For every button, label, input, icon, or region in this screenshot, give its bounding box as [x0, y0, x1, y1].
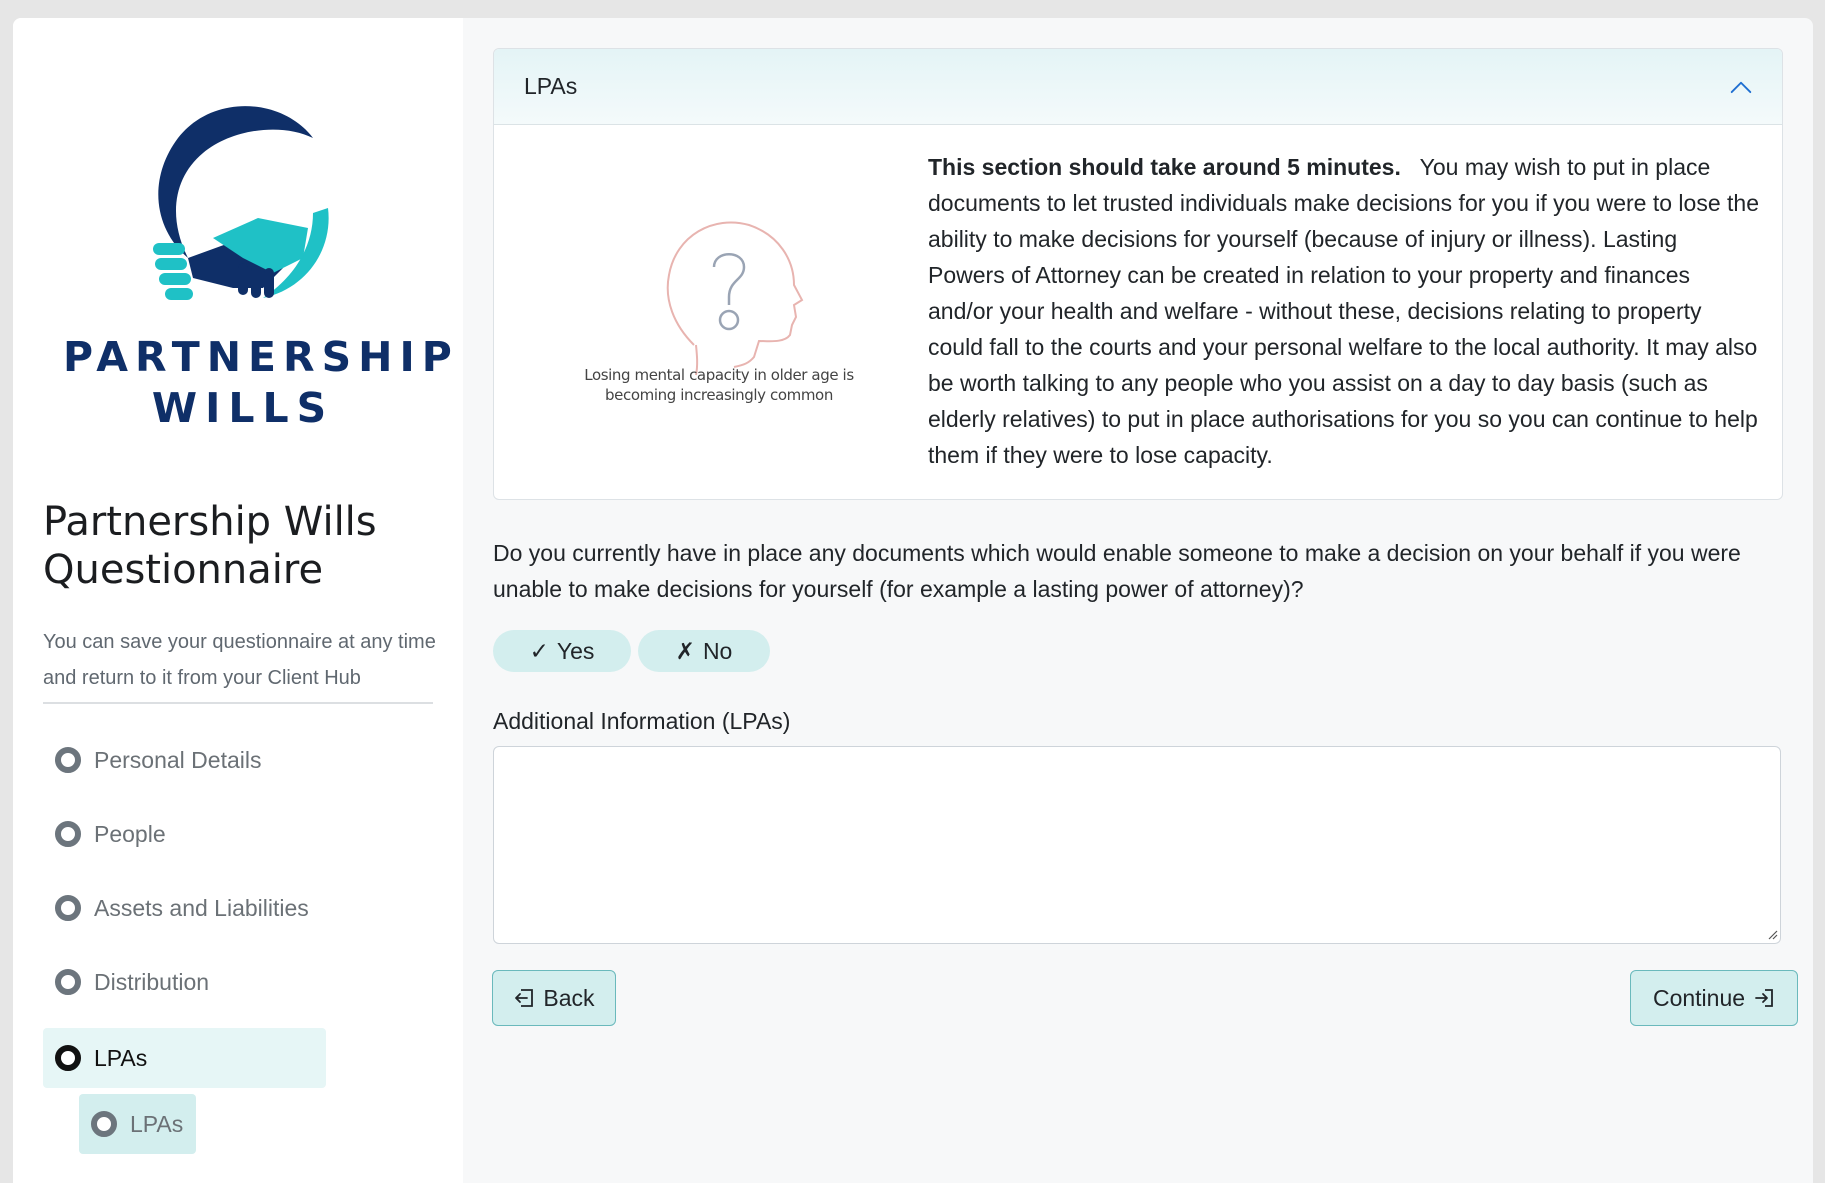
sidebar-item-label: People [94, 820, 166, 847]
step-status-icon [55, 821, 81, 847]
handshake-logo-icon [153, 106, 329, 300]
sidebar-subitem-lpas[interactable]: LPAs [79, 1094, 196, 1154]
back-arrow-icon [515, 989, 534, 1007]
sidebar-item-assets-and-liabilities[interactable]: Assets and Liabilities [43, 878, 309, 938]
step-status-icon [91, 1111, 117, 1137]
sidebar-item-label: LPAs [94, 1044, 148, 1071]
additional-info-label: Additional Information (LPAs) [493, 708, 791, 734]
sidebar-divider [43, 702, 433, 704]
logo-text-partnership: PARTNERSHIP [63, 333, 459, 381]
section-intro-text: You may wish to put in place documents t… [928, 154, 1759, 468]
yes-button[interactable]: ✓ Yes [493, 630, 631, 672]
app-frame: PARTNERSHIP WILLS Partnership Wills Ques… [13, 18, 1813, 1183]
section-header-title: LPAs [524, 73, 578, 99]
section-header[interactable]: LPAs [494, 49, 1782, 125]
yes-label: Yes [556, 637, 595, 664]
partnership-wills-logo: PARTNERSHIP WILLS [63, 88, 459, 438]
chevron-up-icon[interactable] [1730, 76, 1752, 98]
continue-arrow-icon [1755, 989, 1773, 1007]
questionnaire-title: Partnership Wills Questionnaire [43, 498, 443, 594]
sidebar-item-label: Personal Details [94, 746, 262, 773]
main-content: LPAs Losing mental capacity in older age… [463, 18, 1813, 1183]
step-status-icon [55, 747, 81, 773]
sidebar-item-label: Assets and Liabilities [94, 894, 309, 921]
additional-info-textarea[interactable] [493, 746, 1781, 944]
section-intro-bold: This section should take around 5 minute… [928, 154, 1401, 180]
back-button[interactable]: Back [492, 970, 616, 1026]
section-intro: This section should take around 5 minute… [928, 149, 1760, 473]
lpa-question-text: Do you currently have in place any docum… [493, 540, 1741, 602]
step-status-icon [55, 1045, 81, 1071]
back-button-label: Back [543, 984, 595, 1011]
lpas-section-card: LPAs Losing mental capacity in older age… [493, 48, 1783, 500]
questionnaire-title-line1: Partnership Wills [43, 499, 377, 545]
sidebar-item-label: Distribution [94, 968, 210, 995]
sidebar-item-distribution[interactable]: Distribution [43, 952, 209, 1012]
sidebar-item-personal-details[interactable]: Personal Details [43, 730, 261, 790]
save-hint-text: You can save your questionnaire at any t… [43, 631, 436, 689]
questionnaire-title-line2: Questionnaire [43, 547, 324, 593]
no-button[interactable]: ✗ No [638, 630, 770, 672]
logo-text-wills: WILLS [151, 384, 335, 432]
sidebar: PARTNERSHIP WILLS Partnership Wills Ques… [13, 18, 463, 1183]
continue-button[interactable]: Continue [1630, 970, 1798, 1026]
resize-handle-icon[interactable] [1768, 930, 1778, 940]
cross-icon: ✗ [675, 637, 695, 664]
sidebar-item-people[interactable]: People [43, 804, 166, 864]
step-status-icon [55, 895, 81, 921]
continue-button-label: Continue [1652, 984, 1746, 1011]
sidebar-item-lpas[interactable]: LPAs [43, 1028, 326, 1088]
sidebar-subitem-label: LPAs [130, 1110, 184, 1137]
illustration-caption: Losing mental capacity in older age is b… [584, 366, 854, 404]
section-body: Losing mental capacity in older age is b… [494, 125, 1782, 498]
check-icon: ✓ [529, 637, 549, 664]
no-label: No [702, 637, 733, 664]
step-status-icon [55, 969, 81, 995]
